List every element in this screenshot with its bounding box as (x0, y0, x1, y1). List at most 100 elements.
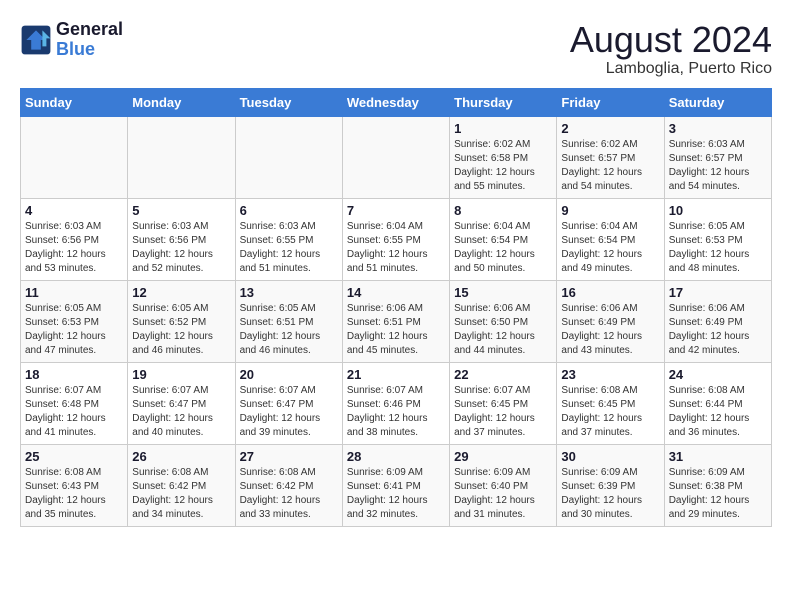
day-number: 28 (347, 449, 445, 464)
day-number: 24 (669, 367, 767, 382)
day-number: 8 (454, 203, 552, 218)
logo-line1: General (56, 20, 123, 40)
page-header: General Blue August 2024 Lamboglia, Puer… (20, 20, 772, 78)
day-number: 19 (132, 367, 230, 382)
day-info: Sunrise: 6:04 AM Sunset: 6:54 PM Dayligh… (454, 220, 552, 276)
day-info: Sunrise: 6:05 AM Sunset: 6:51 PM Dayligh… (240, 302, 338, 358)
header-day-monday: Monday (128, 88, 235, 116)
day-info: Sunrise: 6:07 AM Sunset: 6:46 PM Dayligh… (347, 384, 445, 440)
day-cell: 24Sunrise: 6:08 AM Sunset: 6:44 PM Dayli… (664, 362, 771, 444)
day-number: 26 (132, 449, 230, 464)
day-number: 4 (25, 203, 123, 218)
day-cell: 22Sunrise: 6:07 AM Sunset: 6:45 PM Dayli… (450, 362, 557, 444)
day-cell (21, 116, 128, 198)
week-row-1: 1 Sunrise: 6:02 AM Sunset: 6:58 PM Daylig… (21, 116, 772, 198)
day-number: 31 (669, 449, 767, 464)
day-number: 3 (669, 121, 767, 136)
day-info: Sunrise: 6:02 AM Sunset: 6:57 PM Dayligh… (561, 138, 659, 194)
calendar-body: 1 Sunrise: 6:02 AM Sunset: 6:58 PM Daylig… (21, 116, 772, 526)
day-info: Sunrise: 6:08 AM Sunset: 6:43 PM Dayligh… (25, 466, 123, 522)
day-cell: 23 Sunrise: 6:08 AM Sunset: 6:45 PM Dayli… (557, 362, 664, 444)
day-cell: 30 Sunrise: 6:09 AM Sunset: 6:39 PM Dayli… (557, 444, 664, 526)
day-number: 5 (132, 203, 230, 218)
logo-icon (20, 24, 52, 56)
calendar-subtitle: Lamboglia, Puerto Rico (570, 60, 772, 78)
day-info: Sunrise: 6:03 AM Sunset: 6:56 PM Dayligh… (132, 220, 230, 276)
header-day-saturday: Saturday (664, 88, 771, 116)
day-number: 13 (240, 285, 338, 300)
day-number: 12 (132, 285, 230, 300)
day-number: 7 (347, 203, 445, 218)
day-number: 2 (561, 121, 659, 136)
day-number: 21 (347, 367, 445, 382)
calendar-table: SundayMondayTuesdayWednesdayThursdayFrid… (20, 88, 772, 527)
day-info: Sunrise: 6:04 AM Sunset: 6:55 PM Dayligh… (347, 220, 445, 276)
day-cell: 15 Sunrise: 6:06 AM Sunset: 6:50 PM Dayli… (450, 280, 557, 362)
day-cell: 14Sunrise: 6:06 AM Sunset: 6:51 PM Dayli… (342, 280, 449, 362)
day-cell (128, 116, 235, 198)
day-info: Sunrise: 6:07 AM Sunset: 6:45 PM Dayligh… (454, 384, 552, 440)
day-cell: 5 Sunrise: 6:03 AM Sunset: 6:56 PM Daylig… (128, 198, 235, 280)
day-info: Sunrise: 6:07 AM Sunset: 6:48 PM Dayligh… (25, 384, 123, 440)
day-cell: 25 Sunrise: 6:08 AM Sunset: 6:43 PM Dayli… (21, 444, 128, 526)
day-cell: 17 Sunrise: 6:06 AM Sunset: 6:49 PM Dayli… (664, 280, 771, 362)
header-day-tuesday: Tuesday (235, 88, 342, 116)
title-block: August 2024 Lamboglia, Puerto Rico (570, 20, 772, 78)
day-number: 11 (25, 285, 123, 300)
day-cell: 20 Sunrise: 6:07 AM Sunset: 6:47 PM Dayli… (235, 362, 342, 444)
day-number: 1 (454, 121, 552, 136)
day-info: Sunrise: 6:02 AM Sunset: 6:58 PM Dayligh… (454, 138, 552, 194)
day-info: Sunrise: 6:04 AM Sunset: 6:54 PM Dayligh… (561, 220, 659, 276)
day-info: Sunrise: 6:08 AM Sunset: 6:42 PM Dayligh… (132, 466, 230, 522)
day-info: Sunrise: 6:06 AM Sunset: 6:49 PM Dayligh… (669, 302, 767, 358)
day-number: 17 (669, 285, 767, 300)
day-cell: 29 Sunrise: 6:09 AM Sunset: 6:40 PM Dayli… (450, 444, 557, 526)
day-cell: 27Sunrise: 6:08 AM Sunset: 6:42 PM Dayli… (235, 444, 342, 526)
calendar-header: SundayMondayTuesdayWednesdayThursdayFrid… (21, 88, 772, 116)
day-number: 23 (561, 367, 659, 382)
day-cell: 10Sunrise: 6:05 AM Sunset: 6:53 PM Dayli… (664, 198, 771, 280)
day-info: Sunrise: 6:06 AM Sunset: 6:50 PM Dayligh… (454, 302, 552, 358)
day-cell: 9Sunrise: 6:04 AM Sunset: 6:54 PM Daylig… (557, 198, 664, 280)
day-info: Sunrise: 6:06 AM Sunset: 6:49 PM Dayligh… (561, 302, 659, 358)
day-cell: 4 Sunrise: 6:03 AM Sunset: 6:56 PM Daylig… (21, 198, 128, 280)
day-info: Sunrise: 6:06 AM Sunset: 6:51 PM Dayligh… (347, 302, 445, 358)
header-day-wednesday: Wednesday (342, 88, 449, 116)
day-number: 18 (25, 367, 123, 382)
day-info: Sunrise: 6:09 AM Sunset: 6:41 PM Dayligh… (347, 466, 445, 522)
day-cell (342, 116, 449, 198)
day-cell: 2 Sunrise: 6:02 AM Sunset: 6:57 PM Daylig… (557, 116, 664, 198)
day-cell: 28 Sunrise: 6:09 AM Sunset: 6:41 PM Dayli… (342, 444, 449, 526)
day-number: 29 (454, 449, 552, 464)
logo-line2: Blue (56, 40, 123, 60)
day-cell: 13 Sunrise: 6:05 AM Sunset: 6:51 PM Dayli… (235, 280, 342, 362)
day-info: Sunrise: 6:03 AM Sunset: 6:56 PM Dayligh… (25, 220, 123, 276)
day-cell: 19 Sunrise: 6:07 AM Sunset: 6:47 PM Dayli… (128, 362, 235, 444)
day-info: Sunrise: 6:05 AM Sunset: 6:52 PM Dayligh… (132, 302, 230, 358)
day-info: Sunrise: 6:09 AM Sunset: 6:40 PM Dayligh… (454, 466, 552, 522)
day-cell: 12 Sunrise: 6:05 AM Sunset: 6:52 PM Dayli… (128, 280, 235, 362)
logo: General Blue (20, 20, 123, 60)
day-info: Sunrise: 6:07 AM Sunset: 6:47 PM Dayligh… (240, 384, 338, 440)
day-number: 30 (561, 449, 659, 464)
day-info: Sunrise: 6:08 AM Sunset: 6:42 PM Dayligh… (240, 466, 338, 522)
day-number: 6 (240, 203, 338, 218)
day-cell: 16 Sunrise: 6:06 AM Sunset: 6:49 PM Dayli… (557, 280, 664, 362)
day-cell: 3Sunrise: 6:03 AM Sunset: 6:57 PM Daylig… (664, 116, 771, 198)
day-info: Sunrise: 6:09 AM Sunset: 6:39 PM Dayligh… (561, 466, 659, 522)
day-cell: 26 Sunrise: 6:08 AM Sunset: 6:42 PM Dayli… (128, 444, 235, 526)
day-number: 20 (240, 367, 338, 382)
day-number: 16 (561, 285, 659, 300)
day-number: 25 (25, 449, 123, 464)
day-cell: 18 Sunrise: 6:07 AM Sunset: 6:48 PM Dayli… (21, 362, 128, 444)
day-info: Sunrise: 6:07 AM Sunset: 6:47 PM Dayligh… (132, 384, 230, 440)
day-info: Sunrise: 6:05 AM Sunset: 6:53 PM Dayligh… (25, 302, 123, 358)
day-cell: 21 Sunrise: 6:07 AM Sunset: 6:46 PM Dayli… (342, 362, 449, 444)
day-info: Sunrise: 6:03 AM Sunset: 6:55 PM Dayligh… (240, 220, 338, 276)
day-info: Sunrise: 6:08 AM Sunset: 6:45 PM Dayligh… (561, 384, 659, 440)
day-number: 15 (454, 285, 552, 300)
header-row: SundayMondayTuesdayWednesdayThursdayFrid… (21, 88, 772, 116)
day-cell: 7 Sunrise: 6:04 AM Sunset: 6:55 PM Daylig… (342, 198, 449, 280)
day-cell: 6 Sunrise: 6:03 AM Sunset: 6:55 PM Daylig… (235, 198, 342, 280)
header-day-sunday: Sunday (21, 88, 128, 116)
